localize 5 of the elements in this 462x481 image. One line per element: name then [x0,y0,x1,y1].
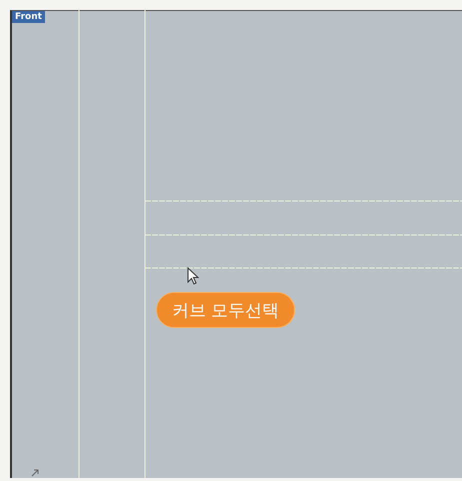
viewport[interactable]: Front 커브 모두선택 [10,10,462,478]
axis-icon [32,470,38,476]
viewport-title[interactable]: Front [12,11,45,23]
cursor-icon [188,266,200,285]
callout-label: 커브 모두선택 [156,292,295,328]
